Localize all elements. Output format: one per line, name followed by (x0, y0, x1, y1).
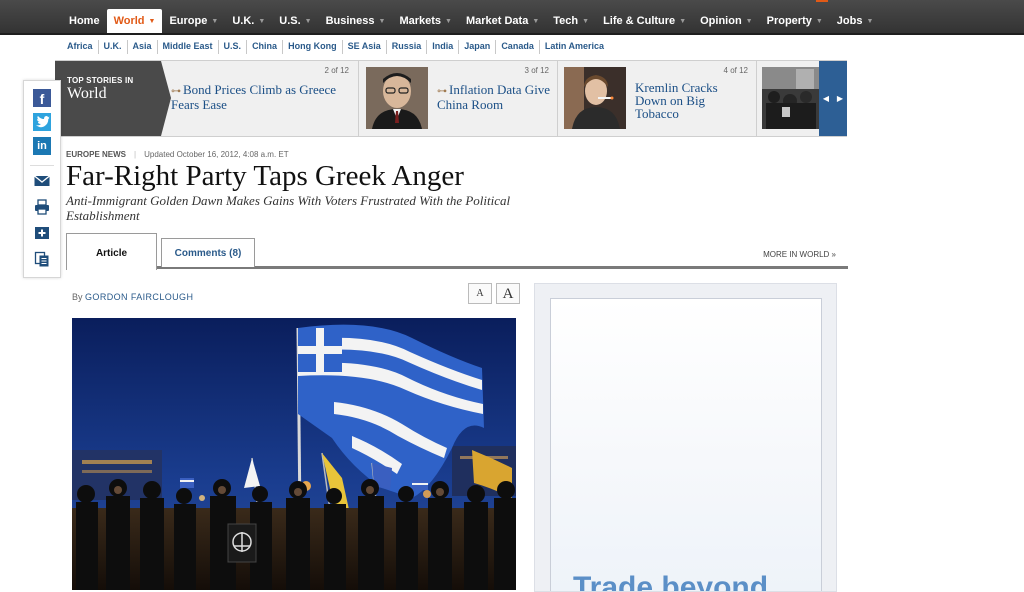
top-stories-section: World (67, 85, 107, 102)
font-size-increase-button[interactable]: A (496, 283, 520, 304)
chevron-down-icon: ▼ (866, 18, 874, 25)
byline-prefix: By (72, 292, 83, 302)
print-icon[interactable] (33, 198, 51, 216)
ad-headline[interactable]: Trade beyond (573, 571, 768, 591)
chevron-down-icon: ▼ (679, 18, 687, 25)
nav-europe[interactable]: Europe ▼ (162, 9, 225, 33)
story-headline[interactable]: Kremlin Cracks Down on Big Tobacco (635, 81, 745, 120)
top-nav-bar: Home World ▼ Europe ▼ U.K. ▼ U.S. ▼ Business… (0, 0, 1024, 35)
advertisement[interactable]: Trade beyond (550, 298, 822, 591)
chevron-down-icon: ▼ (148, 18, 156, 25)
story-counter: 2 of 12 (324, 66, 349, 75)
section-label[interactable]: EUROPE NEWS (66, 150, 126, 159)
nav-market-data[interactable]: Market Data ▼ (459, 9, 546, 33)
chevron-down-icon: ▼ (258, 18, 266, 25)
top-stories-label: TOP STORIES IN World (55, 61, 171, 136)
chevron-down-icon: ▼ (304, 18, 312, 25)
article-meta: EUROPE NEWS | Updated October 16, 2012, 4:… (66, 150, 289, 159)
carousel-controls: ◀ ▶ (819, 61, 847, 136)
nav-life-culture[interactable]: Life & Culture ▼ (596, 9, 693, 33)
nav-uk[interactable]: U.K. ▼ (225, 9, 272, 33)
share-toolbar: f in (23, 80, 61, 278)
facebook-icon[interactable]: f (33, 89, 51, 107)
page-title: Far-Right Party Taps Greek Anger (66, 160, 464, 192)
story-counter: 4 of 12 (723, 66, 748, 75)
byline: By GORDON FAIRCLOUGH (72, 292, 193, 302)
key-icon: ⊶ (171, 86, 181, 97)
author-link[interactable]: GORDON FAIRCLOUGH (85, 292, 193, 302)
twitter-icon[interactable] (33, 113, 51, 131)
story-item[interactable]: 4 of 12 Kremlin Cracks Down on Big Tobac… (557, 61, 756, 136)
top-nav-items: Home World ▼ Europe ▼ U.K. ▼ U.S. ▼ Business… (62, 9, 880, 33)
updated-timestamp: Updated October 16, 2012, 4:08 a.m. ET (144, 150, 289, 159)
accent-mark (816, 0, 828, 2)
subnav-china[interactable]: China (246, 40, 282, 54)
email-icon[interactable] (33, 172, 51, 190)
chevron-down-icon: ▼ (532, 18, 540, 25)
story-headline[interactable]: ⊶ Inflation Data Give China Room (437, 83, 552, 111)
carousel-next-icon[interactable]: ▶ (837, 94, 843, 103)
nav-home[interactable]: Home (62, 9, 107, 33)
chevron-down-icon: ▼ (445, 18, 452, 25)
save-icon[interactable] (33, 224, 51, 242)
nav-property[interactable]: Property ▼ (760, 9, 830, 33)
nav-us[interactable]: U.S. ▼ (272, 9, 318, 33)
nav-opinion[interactable]: Opinion ▼ (693, 9, 759, 33)
tab-article[interactable]: Article (66, 233, 157, 270)
subnav-japan[interactable]: Japan (458, 40, 495, 54)
story-item[interactable]: 3 of 12 ⊶ Inflation Data Give China Room (358, 61, 557, 136)
story-thumbnail[interactable] (762, 67, 820, 129)
nav-world[interactable]: World ▼ (106, 9, 163, 33)
divider (30, 165, 54, 166)
story-counter: 3 of 12 (524, 66, 549, 75)
story-thumbnail[interactable] (366, 67, 428, 129)
top-stories-caption: TOP STORIES IN (67, 76, 134, 85)
top-stories-carousel: TOP STORIES IN World 2 of 12 ⊶ Bond Price… (55, 60, 847, 137)
story-item[interactable] (756, 61, 820, 136)
article-subheadline: Anti-Immigrant Golden Dawn Makes Gains W… (66, 193, 511, 223)
subnav-middle-east[interactable]: Middle East (156, 40, 218, 54)
tab-comments[interactable]: Comments (8) (161, 238, 255, 267)
subnav-russia[interactable]: Russia (385, 40, 427, 54)
copy-icon[interactable] (33, 250, 51, 268)
lead-photo-graphic (72, 318, 516, 590)
font-size-decrease-button[interactable]: A (468, 283, 492, 304)
nav-jobs[interactable]: Jobs ▼ (830, 9, 881, 33)
chevron-down-icon: ▼ (582, 18, 590, 25)
nav-business[interactable]: Business ▼ (319, 9, 393, 33)
chevron-down-icon: ▼ (815, 18, 823, 25)
subnav-uk[interactable]: U.K. (97, 40, 127, 54)
meta-separator: | (134, 150, 137, 159)
subnav-india[interactable]: India (426, 40, 458, 54)
subnav-canada[interactable]: Canada (495, 40, 539, 54)
chevron-down-icon: ▼ (745, 18, 753, 25)
story-item[interactable]: 2 of 12 ⊶ Bond Prices Climb as Greece Fea… (171, 61, 357, 136)
story-headline[interactable]: ⊶ Bond Prices Climb as Greece Fears Ease (171, 83, 351, 111)
nav-markets[interactable]: Markets ▼ (392, 9, 459, 33)
subnav-hong-kong[interactable]: Hong Kong (282, 40, 342, 54)
key-icon: ⊶ (437, 86, 447, 97)
nav-tech[interactable]: Tech ▼ (546, 9, 596, 33)
subnav-latin-america[interactable]: Latin America (538, 40, 609, 54)
subnav-africa[interactable]: Africa (62, 40, 98, 54)
subnav-se-asia[interactable]: SE Asia (341, 40, 386, 54)
carousel-prev-icon[interactable]: ◀ (823, 94, 829, 103)
linkedin-icon[interactable]: in (33, 137, 51, 155)
subnav-us[interactable]: U.S. (217, 40, 247, 54)
more-in-world-link[interactable]: MORE IN WORLD » (763, 250, 836, 259)
story-thumbnail[interactable] (564, 67, 626, 129)
region-subnav: Africa U.K. Asia Middle East U.S. China … (62, 40, 609, 54)
chevron-down-icon: ▼ (378, 18, 386, 25)
chevron-down-icon: ▼ (211, 18, 219, 25)
subnav-asia[interactable]: Asia (126, 40, 157, 54)
lead-photo (72, 318, 516, 590)
